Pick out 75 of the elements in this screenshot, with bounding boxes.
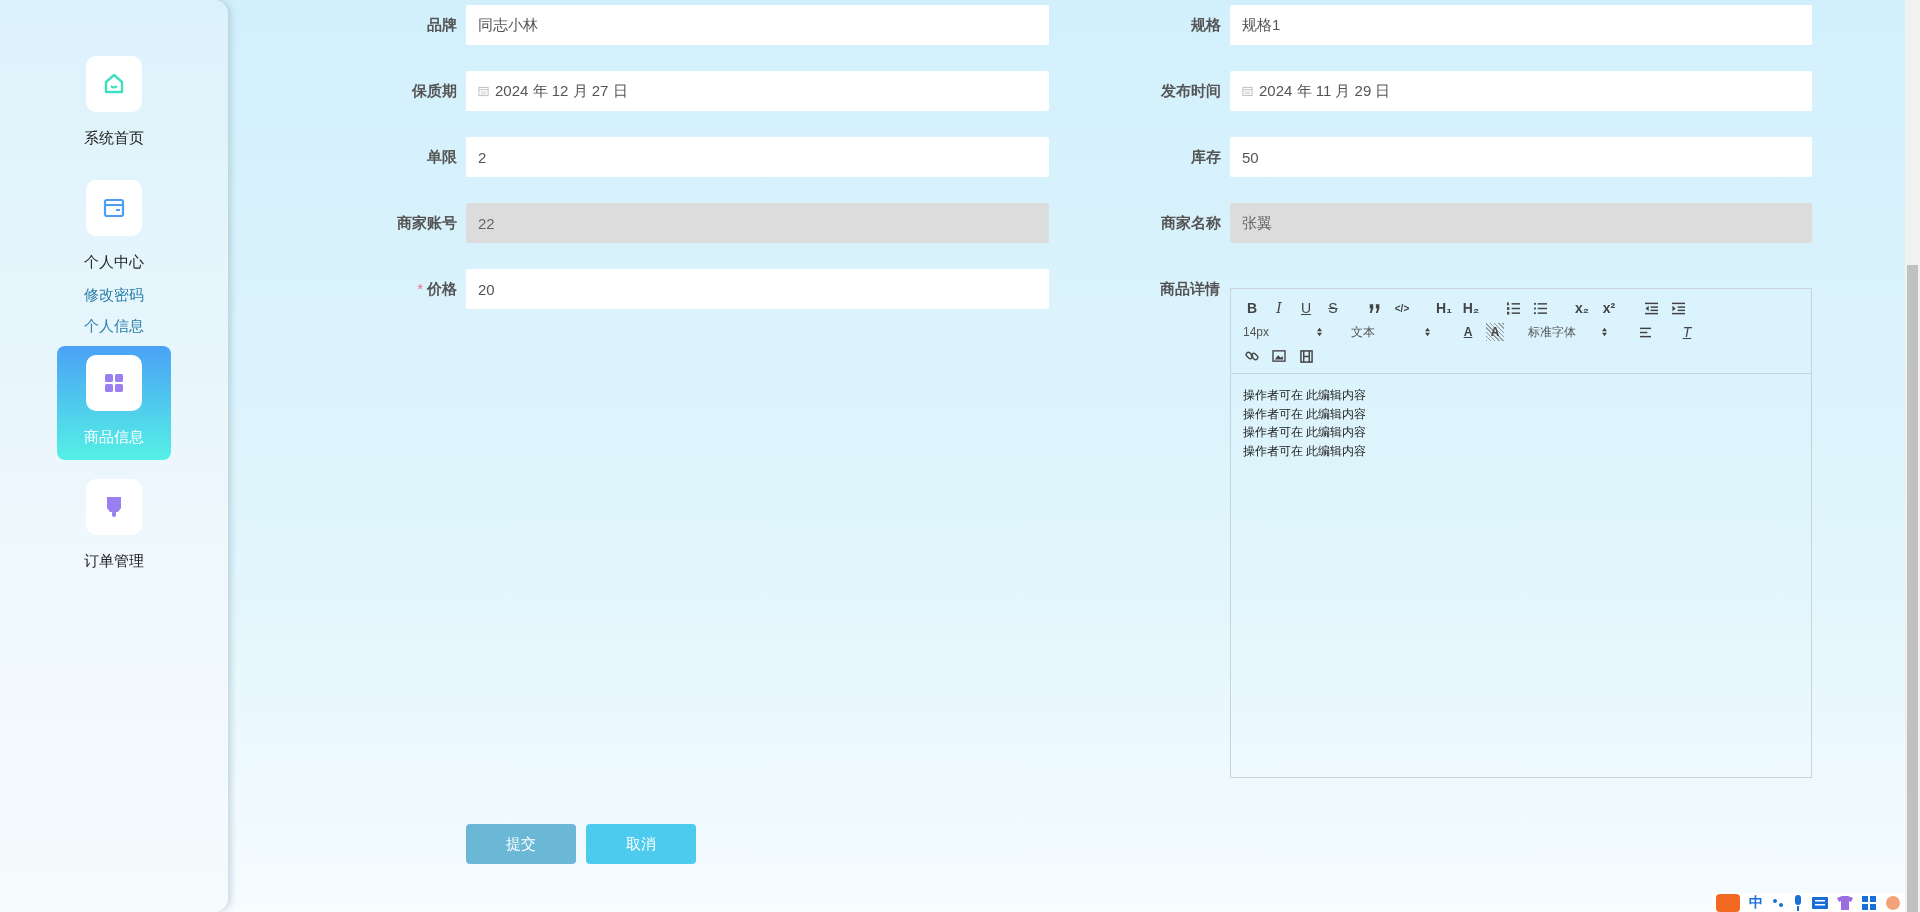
sort-caret-icon	[1424, 327, 1431, 337]
field-label: 单限	[426, 147, 458, 167]
sort-caret-icon	[1601, 327, 1608, 337]
text-line: 操作者可在 此编辑内容	[1243, 424, 1367, 441]
sort-caret-icon	[1316, 327, 1323, 337]
field-label: 库存	[1190, 147, 1222, 167]
nav-link[interactable]: 个人信息	[84, 317, 144, 336]
script-button[interactable]: x₂	[1573, 299, 1591, 317]
microphone-icon[interactable]	[1793, 894, 1803, 911]
scrollbar-thumb[interactable]	[1907, 265, 1918, 912]
home-icon	[102, 72, 126, 96]
rich-text-editor[interactable]: B I U S </> H₁ H₂ x₂ x² 14px 文本 A A 标准字体 T 操作者可在 此编辑内容 操作者可在 此编辑内容 操作者可在 此编辑内容 操作者可在 此编辑内容	[1230, 288, 1812, 778]
date-field[interactable]: 2024 年 11 月 29 日	[1230, 71, 1812, 111]
dropdown-value: 标准字体	[1528, 323, 1576, 341]
dropdown[interactable]: 标准字体	[1528, 323, 1608, 341]
italic-button[interactable]: I	[1270, 299, 1288, 317]
text-line: 操作者可在 此编辑内容	[1243, 405, 1367, 423]
indent-icon	[1670, 301, 1686, 315]
align-left-icon	[1638, 326, 1652, 338]
field-label: 发布时间	[1160, 81, 1222, 101]
dropdown[interactable]: 14px	[1243, 325, 1323, 339]
clear-format-button[interactable]: T	[1678, 323, 1696, 341]
nav-item[interactable]: 个人中心	[57, 171, 171, 285]
dropdown[interactable]: 文本	[1351, 323, 1431, 341]
nav-item[interactable]: 系统首页	[57, 47, 171, 161]
shirt-icon[interactable]	[1837, 895, 1853, 910]
dropdown-value: 14px	[1243, 325, 1270, 339]
field-label: 商品详情	[1159, 279, 1221, 299]
keyboard-icon[interactable]	[1812, 896, 1828, 909]
image-icon	[1272, 350, 1286, 362]
grid-icon	[102, 371, 126, 395]
ordered-list-icon	[1505, 301, 1521, 315]
script-button[interactable]: x²	[1600, 299, 1618, 317]
heading-button[interactable]: H₁	[1435, 299, 1453, 317]
bullet-list-icon	[1532, 301, 1548, 315]
readonly-field[interactable]: 张翼	[1230, 203, 1812, 243]
dropdown-value: 文本	[1351, 323, 1375, 341]
input-field[interactable]: 同志小林	[466, 5, 1049, 45]
date-field[interactable]: 2024 年 12 月 27 日	[466, 71, 1049, 111]
readonly-field[interactable]: 22	[466, 203, 1049, 243]
outdent-icon	[1643, 301, 1659, 315]
toolbar-button[interactable]	[1297, 347, 1315, 365]
field-label: 商家名称	[1160, 213, 1222, 233]
underline-button[interactable]: U	[1297, 299, 1315, 317]
text-line: 操作者可在 此编辑内容	[1243, 442, 1367, 460]
video-icon	[1299, 349, 1313, 363]
punctuation-icon[interactable]	[1772, 896, 1784, 909]
field-label: 规格	[1190, 15, 1222, 35]
wallet-icon	[102, 196, 126, 220]
calendar-icon	[478, 85, 489, 97]
input-field[interactable]: 2	[466, 137, 1049, 177]
nav-item[interactable]: 订单管理	[57, 470, 171, 584]
nav-link[interactable]: 修改密码	[84, 286, 144, 305]
input-field[interactable]: 规格1	[1230, 5, 1812, 45]
field-label: 保质期	[410, 81, 458, 101]
toolbar-button[interactable]	[1504, 299, 1522, 317]
input-field[interactable]: 50	[1230, 137, 1812, 177]
strike-button[interactable]: S	[1324, 299, 1342, 317]
text-color-button[interactable]: A	[1459, 323, 1477, 341]
heading-button[interactable]: H₂	[1462, 299, 1480, 317]
toolbar-button[interactable]	[1270, 347, 1288, 365]
grid-icon[interactable]	[1862, 895, 1876, 910]
link-icon	[1245, 349, 1259, 363]
code-button[interactable]: </>	[1393, 299, 1411, 317]
field-label: 商家账号	[396, 213, 458, 233]
scrollbar[interactable]	[1905, 0, 1920, 912]
input-mode-toggle[interactable]: 中	[1749, 893, 1763, 912]
input-field[interactable]: 20	[466, 269, 1049, 309]
quote-icon	[1368, 302, 1382, 314]
calendar-icon	[1242, 85, 1253, 97]
input-method-logo-icon[interactable]	[1716, 893, 1740, 912]
field-label: 品牌	[426, 15, 458, 35]
required-field-label: * 价格	[416, 279, 458, 299]
text-line: 操作者可在 此编辑内容	[1243, 387, 1367, 404]
bold-button[interactable]: B	[1243, 299, 1261, 317]
